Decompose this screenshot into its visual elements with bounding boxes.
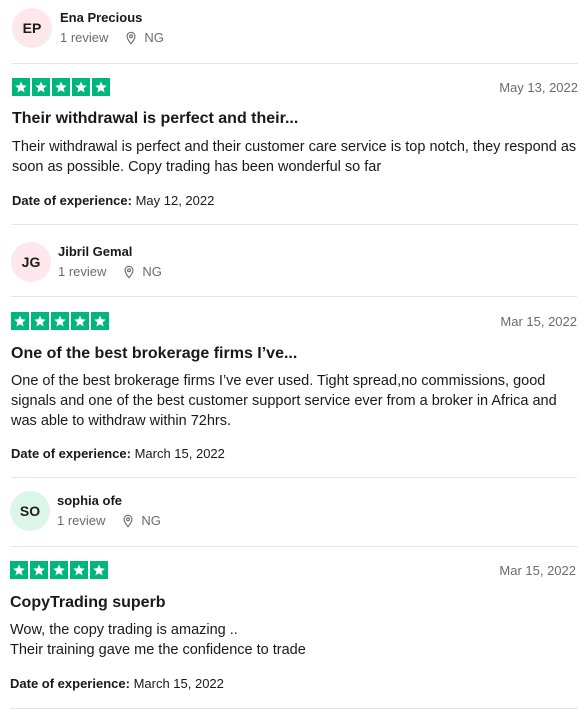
experience-label: Date of experience: (10, 676, 130, 691)
date-of-experience: Date of experience: March 15, 2022 (10, 676, 224, 691)
divider (10, 708, 578, 709)
reviewer-meta: 1 review NG (57, 513, 161, 528)
review-count: 1 review (57, 513, 106, 528)
star-rating (10, 561, 108, 579)
review-title[interactable]: CopyTrading superb (10, 594, 166, 612)
reviewer-name[interactable]: sophia ofe (57, 493, 122, 508)
reviewer-country: NG (141, 513, 161, 528)
star-icon (50, 561, 68, 579)
avatar[interactable]: SO (10, 491, 50, 531)
star-icon (70, 561, 88, 579)
experience-date: March 15, 2022 (133, 676, 224, 691)
review-card: SO sophia ofe 1 review NG Mar 15, 2022 C… (0, 0, 587, 718)
star-icon (30, 561, 48, 579)
star-icon (10, 561, 28, 579)
review-date: Mar 15, 2022 (499, 563, 576, 578)
review-body: Wow, the copy trading is amazing .. Thei… (10, 622, 306, 658)
divider (10, 546, 578, 547)
location-pin-icon (123, 514, 133, 528)
star-icon (90, 561, 108, 579)
